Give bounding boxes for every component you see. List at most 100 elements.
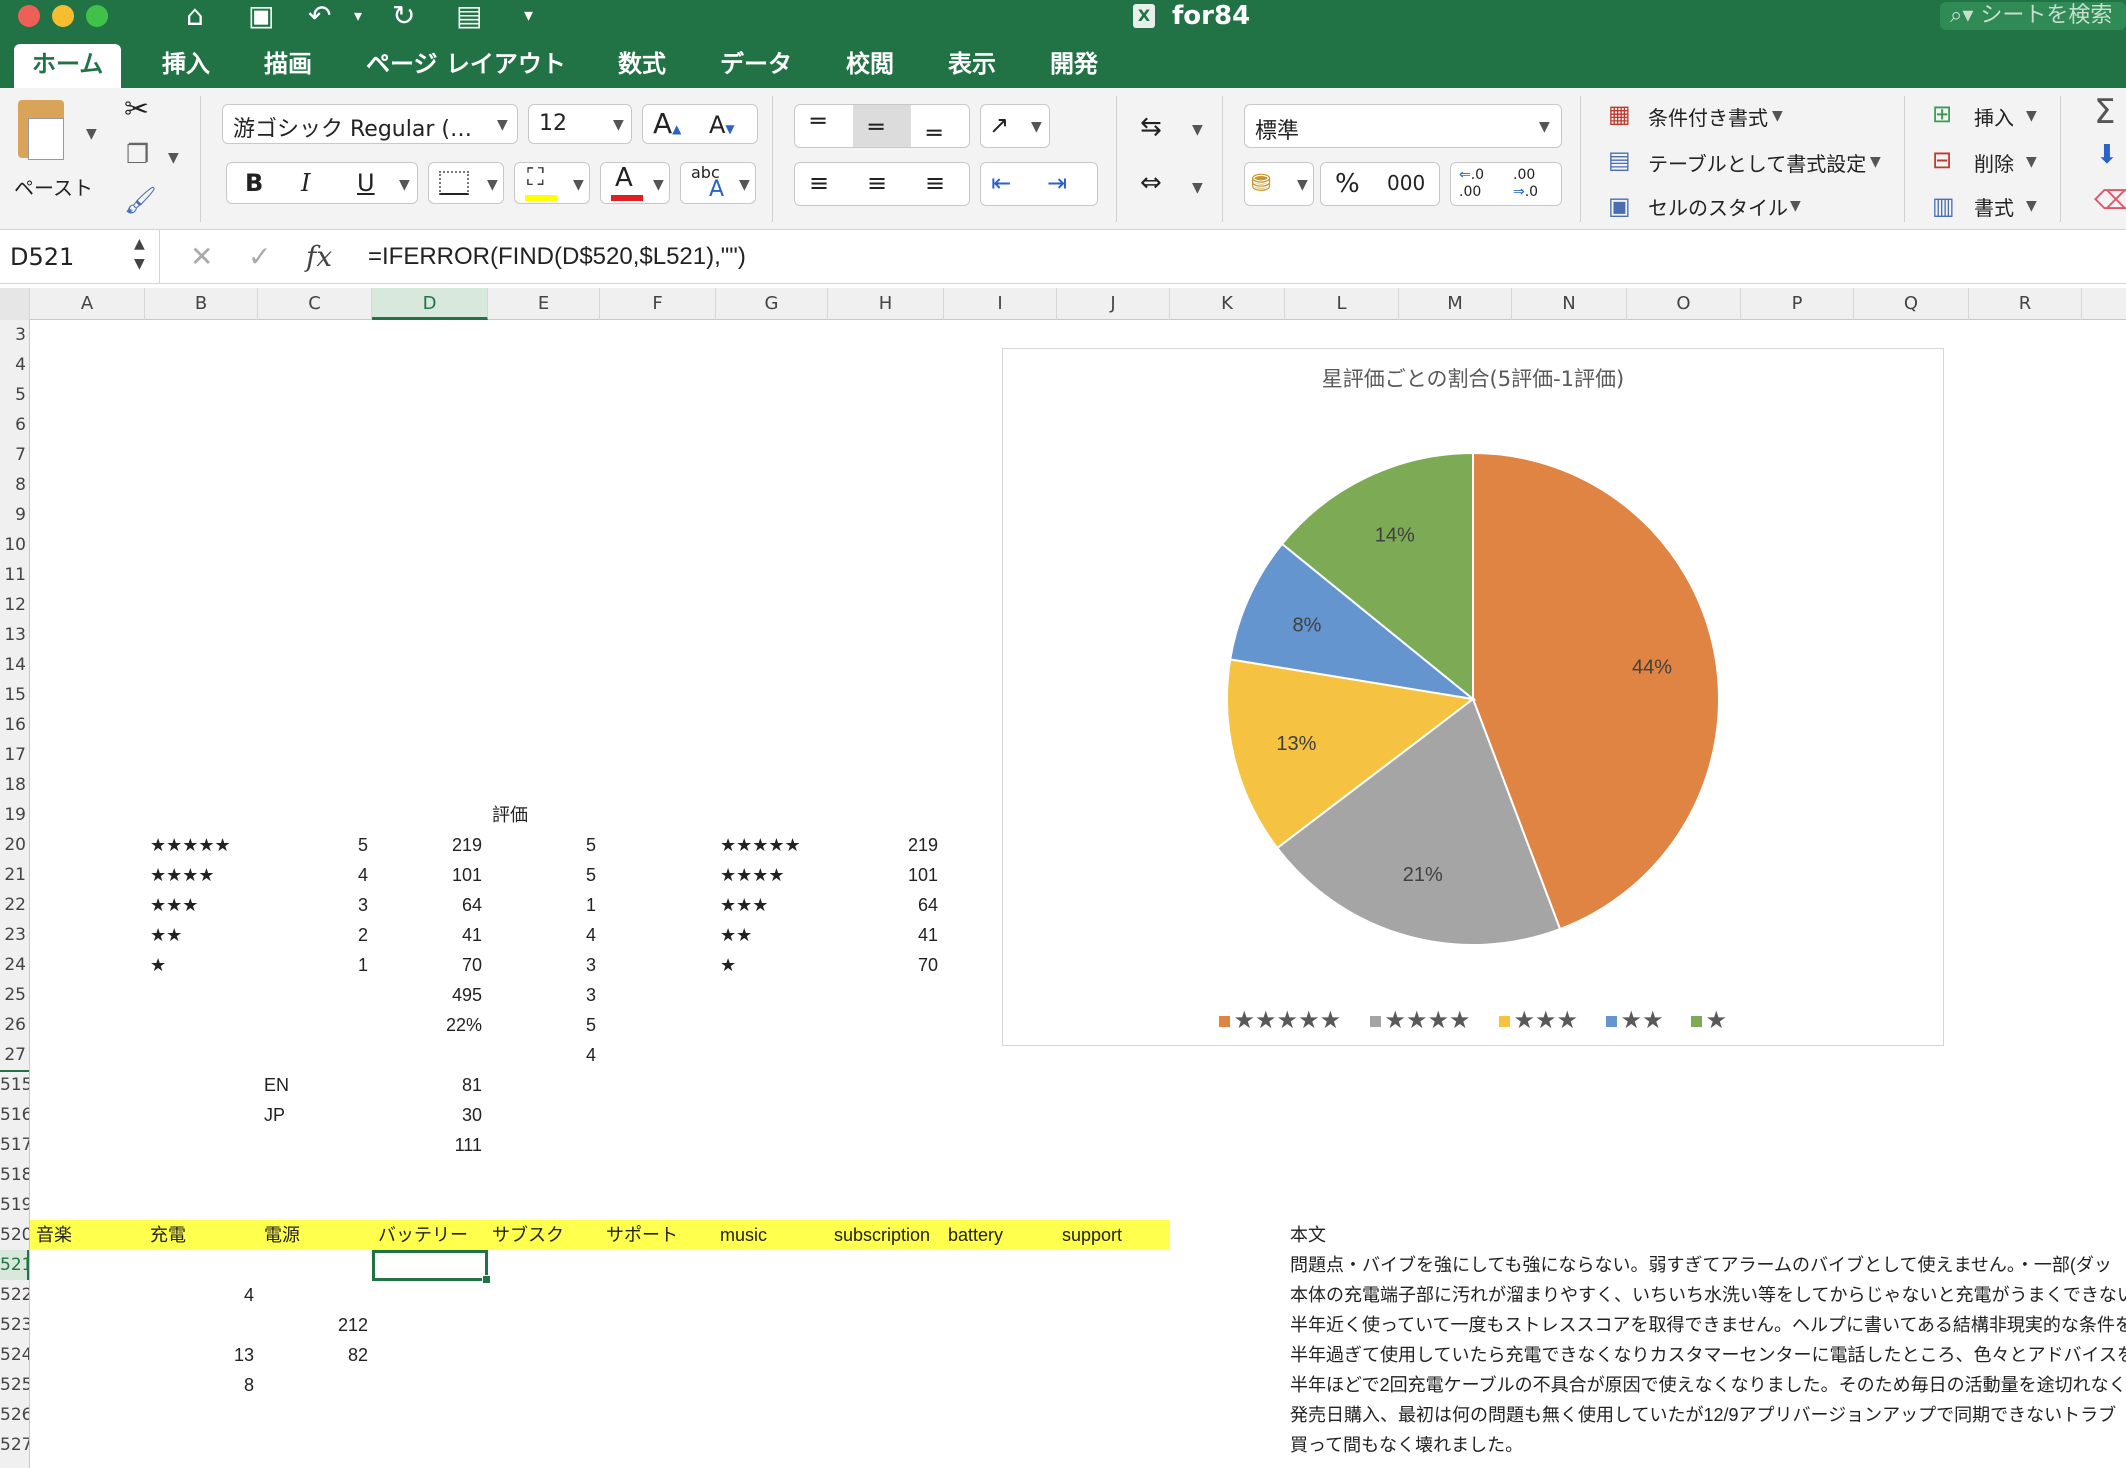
row-header[interactable]: 16 <box>0 710 29 740</box>
cell-count[interactable]: 219 <box>372 830 482 860</box>
row-header[interactable]: 17 <box>0 740 29 770</box>
row-header[interactable]: 22 <box>0 890 29 920</box>
cell-stars[interactable]: ★★ <box>150 920 182 950</box>
legend-item[interactable]: ★★★ <box>1498 1007 1578 1033</box>
cell-count-h[interactable]: 101 <box>828 860 938 890</box>
row-header[interactable]: 3 <box>0 320 29 350</box>
chevron-down-icon[interactable]: ▼ <box>2026 108 2037 124</box>
tab-developer[interactable]: 開発 <box>1050 44 1098 88</box>
legend-item[interactable]: ★★★★ <box>1369 1007 1471 1033</box>
cell-keyword[interactable]: music <box>720 1220 767 1250</box>
cell-score[interactable]: 2 <box>258 920 368 950</box>
cell-e[interactable]: 3 <box>488 950 596 980</box>
cell-stars[interactable]: ★ <box>150 950 166 980</box>
row-header[interactable]: 23 <box>0 920 29 950</box>
cell-score[interactable]: 4 <box>258 860 368 890</box>
cell-e[interactable]: 1 <box>488 890 596 920</box>
column-header-q[interactable]: Q <box>1854 288 1969 320</box>
orientation-button[interactable]: ↗ ▼ <box>980 104 1050 148</box>
column-header-a[interactable]: A <box>30 288 145 320</box>
cell-score[interactable]: 3 <box>258 890 368 920</box>
tab-review[interactable]: 校閲 <box>846 44 894 88</box>
home-icon[interactable]: ⌂ <box>186 0 204 32</box>
increase-indent-icon[interactable]: ⇥ <box>1047 169 1067 197</box>
fill-handle[interactable] <box>482 1275 491 1284</box>
format-painter-icon[interactable]: 🖌 <box>124 186 157 216</box>
cell-count[interactable]: 101 <box>372 860 482 890</box>
cell-stars[interactable]: ★★★★★ <box>150 830 231 860</box>
increase-font-size-button[interactable]: A▲ <box>653 107 681 140</box>
row-header[interactable]: 25 <box>0 980 29 1010</box>
selected-cell-d521[interactable] <box>372 1250 488 1281</box>
cell-keyword[interactable]: バッテリー <box>378 1220 468 1250</box>
number-format-dropdown[interactable]: 標準 ▼ <box>1244 104 1562 148</box>
cell-d516[interactable]: 30 <box>372 1100 482 1130</box>
cell-count[interactable]: 64 <box>372 890 482 920</box>
column-header-e[interactable]: E <box>488 288 600 320</box>
percent-style-button[interactable]: % <box>1335 169 1360 199</box>
formula-input[interactable]: =IFERROR(FIND(D$520,$L521),"") <box>368 230 746 284</box>
cell-keyword[interactable]: 充電 <box>150 1220 186 1250</box>
cell-d523[interactable]: 212 <box>256 1310 368 1340</box>
decrease-decimal-button[interactable]: .00 ⇒.0 <box>1513 167 1538 201</box>
sheet-search-box[interactable]: ⌕▾ シートを検索 <box>1940 2 2126 30</box>
tab-insert[interactable]: 挿入 <box>162 44 210 88</box>
insert-cells-button[interactable]: 挿入 <box>1974 102 2014 131</box>
align-left-icon[interactable]: ≡ <box>809 169 829 197</box>
select-all-corner[interactable] <box>0 288 30 320</box>
column-header-o[interactable]: O <box>1627 288 1741 320</box>
cell-keyword[interactable]: 電源 <box>264 1220 300 1250</box>
row-header[interactable]: 21 <box>0 860 29 890</box>
cell-stars-g[interactable]: ★★★★★ <box>720 830 801 860</box>
cell-keyword[interactable]: support <box>1062 1220 1122 1250</box>
cell-c516[interactable]: JP <box>264 1100 285 1130</box>
row-header[interactable]: 15 <box>0 680 29 710</box>
cell-score[interactable]: 5 <box>258 830 368 860</box>
print-icon[interactable]: ▤ <box>456 0 482 32</box>
redo-icon[interactable]: ↻ <box>392 0 415 32</box>
format-as-table-button[interactable]: テーブルとして書式設定 <box>1648 148 1866 177</box>
cancel-icon[interactable]: ✕ <box>190 230 213 284</box>
row-header[interactable]: 12 <box>0 590 29 620</box>
cell-review-text[interactable]: 問題点・バイブを強にしても強にならない。弱すぎてアラームのバイブとして使えません… <box>1290 1250 2126 1280</box>
fill-color-button[interactable]: ⛶ ▼ <box>514 162 590 204</box>
copy-icon[interactable]: ❐ <box>126 140 149 170</box>
enter-icon[interactable]: ✓ <box>248 230 271 284</box>
cell-review-text[interactable]: 半年近く使っていて一度もストレススコアを取得できません。ヘルプに書いてある結構非… <box>1290 1310 2126 1340</box>
row-header[interactable]: 523 <box>0 1310 29 1340</box>
cell-c525[interactable]: 8 <box>142 1370 254 1400</box>
chevron-down-icon[interactable]: ▼ <box>1870 154 1881 170</box>
undo-icon[interactable]: ↶ <box>308 0 331 32</box>
row-header[interactable]: 518 <box>0 1160 29 1190</box>
phonetic-guide-button[interactable]: abc A ▼ <box>680 162 756 204</box>
font-name-dropdown[interactable]: 游ゴシック Regular (… ▼ <box>222 104 518 144</box>
chevron-down-icon[interactable]: ▼ <box>1790 198 1801 214</box>
row-header[interactable]: 519 <box>0 1190 29 1220</box>
tab-view[interactable]: 表示 <box>948 44 996 88</box>
align-center-icon[interactable]: ≡ <box>867 169 887 197</box>
font-color-button[interactable]: A ▼ <box>600 162 670 204</box>
cell-d524[interactable]: 82 <box>256 1340 368 1370</box>
column-header-i[interactable]: I <box>944 288 1057 320</box>
decrease-indent-icon[interactable]: ⇤ <box>991 169 1011 197</box>
row-header-active[interactable]: 521 <box>0 1250 29 1280</box>
cell-e[interactable]: 5 <box>488 830 596 860</box>
cell-keyword[interactable]: サブスク <box>492 1220 564 1250</box>
cell-stars-g[interactable]: ★★★★ <box>720 860 785 890</box>
customize-qat-icon[interactable]: ▾ <box>524 0 533 32</box>
conditional-format-button[interactable]: 条件付き書式 <box>1648 102 1768 131</box>
bold-button[interactable]: B <box>245 169 263 197</box>
cell-count-h[interactable]: 219 <box>828 830 938 860</box>
chevron-down-icon[interactable]: ▼ <box>2026 198 2037 214</box>
row-header[interactable]: 527 <box>0 1430 29 1460</box>
column-header-p[interactable]: P <box>1741 288 1854 320</box>
column-header-f[interactable]: F <box>600 288 716 320</box>
row-header[interactable]: 522 <box>0 1280 29 1310</box>
cell-d25[interactable]: 495 <box>372 980 482 1010</box>
row-header[interactable]: 18 <box>0 770 29 800</box>
tab-formulas[interactable]: 数式 <box>618 44 666 88</box>
cell-review-text[interactable]: 本体の充電端子部に汚れが溜まりやすく、いちいち水洗い等をしてからじゃないと充電が… <box>1290 1280 2126 1310</box>
cell-c515[interactable]: EN <box>264 1070 289 1100</box>
row-header[interactable]: 27 <box>0 1040 29 1070</box>
cell-keyword[interactable]: subscription <box>834 1220 930 1250</box>
